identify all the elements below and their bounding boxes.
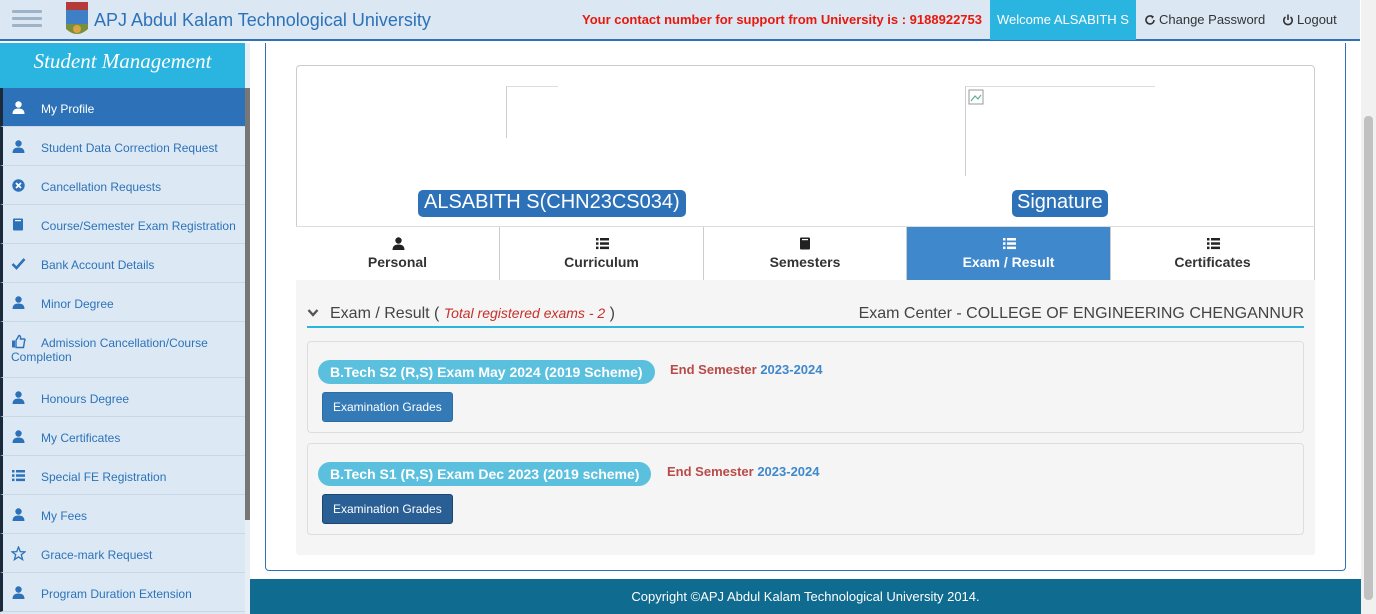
brand-title[interactable]: APJ Abdul Kalam Technological University bbox=[94, 10, 431, 31]
thumbs-up-icon bbox=[11, 334, 26, 349]
sidebar-item-label: Special FE Registration bbox=[41, 470, 167, 484]
check-icon bbox=[11, 256, 26, 271]
page-scroll-thumb[interactable] bbox=[1364, 116, 1373, 600]
signature-image bbox=[965, 86, 1155, 176]
tab-label: Certificates bbox=[1174, 254, 1251, 270]
examination-grades-button[interactable]: Examination Grades bbox=[322, 392, 453, 422]
change-password-label: Change Password bbox=[1159, 12, 1266, 27]
student-name-badge: ALSABITH S(CHN23CS034) bbox=[418, 190, 686, 217]
sidebar-item-my-profile[interactable]: My Profile bbox=[0, 88, 245, 127]
refresh-icon bbox=[1145, 15, 1155, 25]
signature-badge: Signature bbox=[1012, 190, 1108, 217]
sidebar-menu: My Profile Student Data Correction Reques… bbox=[0, 88, 245, 612]
end-semester-label: End Semester bbox=[670, 362, 757, 377]
top-navbar: APJ Abdul Kalam Technological University… bbox=[0, 0, 1360, 41]
list-icon bbox=[595, 236, 609, 250]
list-icon bbox=[1002, 236, 1016, 250]
user-icon bbox=[11, 295, 26, 310]
sidebar-item-my-fees[interactable]: My Fees bbox=[0, 495, 245, 534]
exam-title: Exam / Result ( Total registered exams -… bbox=[330, 305, 615, 323]
logout-link[interactable]: Logout bbox=[1282, 12, 1337, 27]
exam-semester-info: End Semester 2023-2024 bbox=[670, 362, 823, 377]
sidebar-item-program-duration-extension[interactable]: Program Duration Extension bbox=[0, 573, 245, 612]
sidebar-item-label: Student Data Correction Request bbox=[41, 141, 218, 155]
tab-semesters[interactable]: Semesters bbox=[704, 227, 907, 281]
sidebar-item-label: Minor Degree bbox=[41, 297, 114, 311]
exam-title-text: Exam / Result bbox=[330, 305, 430, 322]
sidebar-item-label: Grace-mark Request bbox=[41, 548, 153, 562]
exam-card: B.Tech S2 (R,S) Exam May 2024 (2019 Sche… bbox=[307, 341, 1304, 433]
exam-card: B.Tech S1 (R,S) Exam Dec 2023 (2019 sche… bbox=[307, 443, 1304, 535]
sidebar-item-label: Honours Degree bbox=[41, 392, 130, 406]
book-icon bbox=[798, 236, 812, 250]
sidebar-item-special-fe-registration[interactable]: Special FE Registration bbox=[0, 456, 245, 495]
menu-toggle-icon[interactable] bbox=[12, 6, 42, 34]
exam-paren-close: ) bbox=[609, 305, 615, 322]
sidebar-scroll-thumb[interactable] bbox=[245, 88, 250, 520]
chevron-down-icon[interactable] bbox=[307, 308, 319, 318]
broken-image-icon bbox=[968, 89, 984, 105]
academic-year: 2023-2024 bbox=[760, 362, 823, 377]
sidebar-item-admission-cancellation-course-completion[interactable]: Admission Cancellation/Course Completion bbox=[0, 322, 245, 378]
sidebar-item-course-semester-exam-registration[interactable]: Course/Semester Exam Registration bbox=[0, 205, 245, 244]
exam-name-badge: B.Tech S1 (R,S) Exam Dec 2023 (2019 sche… bbox=[318, 462, 652, 486]
exam-header: Exam / Result ( Total registered exams -… bbox=[307, 304, 1304, 328]
sidebar-item-label: Program Duration Extension bbox=[41, 587, 192, 601]
sidebar-item-grace-mark-request[interactable]: Grace-mark Request bbox=[0, 534, 245, 573]
user-icon bbox=[11, 507, 26, 522]
tab-personal[interactable]: Personal bbox=[296, 227, 500, 281]
user-icon bbox=[11, 100, 26, 115]
footer: Copyright ©APJ Abdul Kalam Technological… bbox=[250, 579, 1361, 614]
sidebar-item-label: Cancellation Requests bbox=[41, 180, 162, 194]
sidebar-title: Student Management bbox=[0, 43, 245, 88]
sidebar-item-label: Bank Account Details bbox=[41, 258, 155, 272]
sidebar-item-minor-degree[interactable]: Minor Degree bbox=[0, 283, 245, 322]
remove-circle-icon bbox=[11, 178, 26, 193]
logout-label: Logout bbox=[1297, 12, 1337, 27]
sidebar-item-cancellation-requests[interactable]: Cancellation Requests bbox=[0, 166, 245, 205]
sidebar-item-label: My Fees bbox=[41, 509, 88, 523]
exam-semester-info: End Semester 2023-2024 bbox=[667, 464, 820, 479]
list-icon bbox=[1206, 236, 1220, 250]
sidebar: Student Management My Profile Student Dat… bbox=[0, 43, 250, 614]
book-icon bbox=[11, 217, 26, 232]
academic-year: 2023-2024 bbox=[757, 464, 820, 479]
tab-label: Semesters bbox=[769, 254, 841, 270]
university-logo bbox=[66, 2, 88, 34]
tab-exam-result[interactable]: Exam / Result bbox=[907, 227, 1111, 281]
sidebar-item-label: Admission Cancellation/Course Completion bbox=[11, 336, 208, 364]
support-contact: Your contact number for support from Uni… bbox=[582, 12, 982, 27]
exam-paren-open: ( bbox=[434, 305, 440, 322]
power-icon bbox=[1283, 14, 1293, 26]
star-icon bbox=[10, 545, 27, 562]
tab-label: Personal bbox=[367, 254, 428, 270]
user-icon bbox=[11, 390, 26, 405]
sidebar-item-label: My Profile bbox=[41, 102, 95, 116]
exam-name-badge: B.Tech S2 (R,S) Exam May 2024 (2019 Sche… bbox=[318, 360, 655, 384]
list-icon bbox=[11, 468, 26, 483]
sidebar-item-honours-degree[interactable]: Honours Degree bbox=[0, 378, 245, 417]
user-icon bbox=[391, 236, 405, 250]
student-photo bbox=[506, 86, 558, 138]
user-icon bbox=[11, 139, 26, 154]
profile-tabs: Personal Curriculum Semesters Exam / Result… bbox=[296, 226, 1315, 281]
welcome-user[interactable]: Welcome ALSABITH S bbox=[990, 0, 1136, 40]
total-exams: Total registered exams - 2 bbox=[443, 305, 606, 321]
sidebar-item-student-data-correction-request[interactable]: Student Data Correction Request bbox=[0, 127, 245, 166]
sidebar-item-my-certificates[interactable]: My Certificates bbox=[0, 417, 245, 456]
tab-curriculum[interactable]: Curriculum bbox=[500, 227, 704, 281]
change-password-link[interactable]: Change Password bbox=[1144, 12, 1265, 27]
sidebar-item-bank-account-details[interactable]: Bank Account Details bbox=[0, 244, 245, 283]
tab-certificates[interactable]: Certificates bbox=[1111, 227, 1315, 281]
end-semester-label: End Semester bbox=[667, 464, 754, 479]
user-icon bbox=[11, 585, 26, 600]
sidebar-item-label: My Certificates bbox=[41, 431, 121, 445]
copyright-text: Copyright ©APJ Abdul Kalam Technological… bbox=[631, 589, 980, 604]
exam-center: Exam Center - COLLEGE OF ENGINEERING CHE… bbox=[858, 305, 1304, 322]
user-icon bbox=[11, 429, 26, 444]
tab-label: Curriculum bbox=[564, 254, 639, 270]
tab-label: Exam / Result bbox=[962, 254, 1055, 270]
examination-grades-button[interactable]: Examination Grades bbox=[322, 494, 453, 524]
sidebar-item-label: Course/Semester Exam Registration bbox=[41, 219, 236, 233]
